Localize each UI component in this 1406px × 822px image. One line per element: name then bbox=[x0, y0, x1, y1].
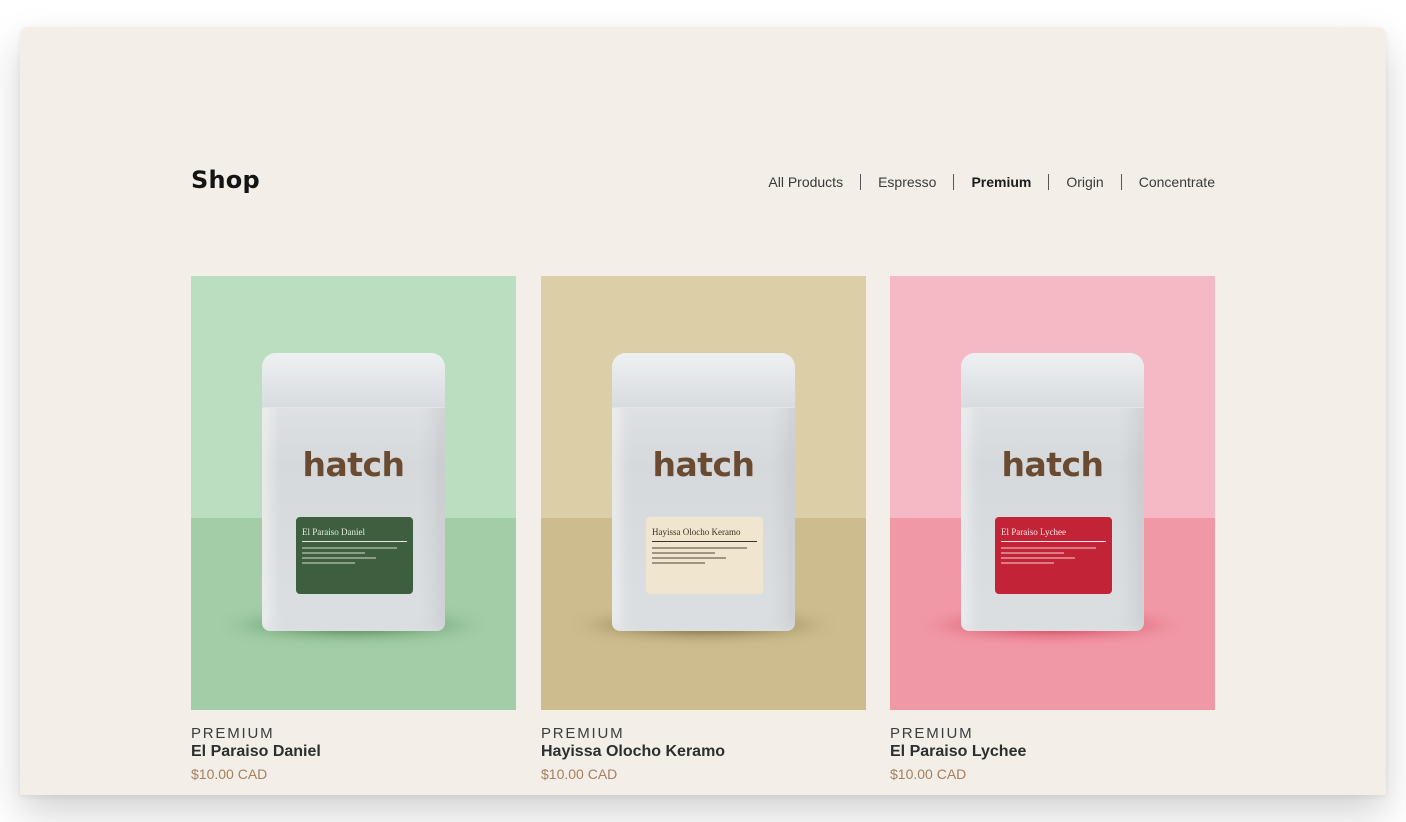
filter-espresso[interactable]: Espresso bbox=[878, 174, 936, 190]
label-details bbox=[1001, 547, 1106, 564]
brand-logo: hatch bbox=[1001, 445, 1104, 484]
filter-divider bbox=[1120, 174, 1122, 190]
product-info: PREMIUM Hayissa Olocho Keramo $10.00 CAD bbox=[541, 710, 866, 785]
product-info: PREMIUM El Paraiso Lychee $10.00 CAD bbox=[890, 710, 1215, 785]
bag-label: El Paraiso Lychee bbox=[995, 517, 1112, 594]
product-card[interactable]: hatch El Paraiso Daniel PREMIUM El Parai… bbox=[191, 276, 516, 785]
category-filter-nav: All Products Espresso Premium Origin Con… bbox=[768, 174, 1215, 190]
filter-divider bbox=[1048, 174, 1050, 190]
brand-logo: hatch bbox=[302, 445, 405, 484]
bag-label: El Paraiso Daniel bbox=[296, 517, 413, 594]
product-image[interactable]: hatch Hayissa Olocho Keramo bbox=[541, 276, 866, 710]
product-image[interactable]: hatch El Paraiso Lychee bbox=[890, 276, 1215, 710]
product-category: PREMIUM bbox=[890, 725, 974, 742]
product-name[interactable]: Hayissa Olocho Keramo bbox=[541, 742, 866, 762]
product-card[interactable]: hatch Hayissa Olocho Keramo PREMIUM Hayi… bbox=[541, 276, 866, 785]
product-price: $10.00 CAD bbox=[890, 766, 967, 782]
coffee-bag: hatch El Paraiso Lychee bbox=[961, 353, 1144, 631]
filter-origin[interactable]: Origin bbox=[1066, 174, 1103, 190]
product-category: PREMIUM bbox=[191, 725, 275, 742]
label-title: Hayissa Olocho Keramo bbox=[652, 527, 757, 542]
label-title: El Paraiso Daniel bbox=[302, 527, 407, 542]
filter-all-products[interactable]: All Products bbox=[768, 174, 843, 190]
page-title: Shop bbox=[191, 166, 260, 194]
label-details bbox=[652, 547, 757, 564]
filter-divider bbox=[953, 174, 955, 190]
product-card[interactable]: hatch El Paraiso Lychee PREMIUM El Parai… bbox=[890, 276, 1215, 785]
product-category: PREMIUM bbox=[541, 725, 625, 742]
filter-divider bbox=[860, 174, 862, 190]
shop-page: Shop All Products Espresso Premium Origi… bbox=[20, 27, 1386, 795]
filter-premium[interactable]: Premium bbox=[971, 174, 1031, 190]
product-price: $10.00 CAD bbox=[541, 766, 618, 782]
coffee-bag: hatch El Paraiso Daniel bbox=[262, 353, 445, 631]
product-image[interactable]: hatch El Paraiso Daniel bbox=[191, 276, 516, 710]
product-name[interactable]: El Paraiso Daniel bbox=[191, 742, 516, 762]
coffee-bag: hatch Hayissa Olocho Keramo bbox=[612, 353, 795, 631]
product-price: $10.00 CAD bbox=[191, 766, 268, 782]
bag-label: Hayissa Olocho Keramo bbox=[646, 517, 763, 594]
product-info: PREMIUM El Paraiso Daniel $10.00 CAD bbox=[191, 710, 516, 785]
brand-logo: hatch bbox=[652, 445, 755, 484]
product-name[interactable]: El Paraiso Lychee bbox=[890, 742, 1215, 762]
filter-concentrate[interactable]: Concentrate bbox=[1139, 174, 1215, 190]
shop-header: Shop All Products Espresso Premium Origi… bbox=[191, 166, 1215, 202]
label-details bbox=[302, 547, 407, 564]
label-title: El Paraiso Lychee bbox=[1001, 527, 1106, 542]
